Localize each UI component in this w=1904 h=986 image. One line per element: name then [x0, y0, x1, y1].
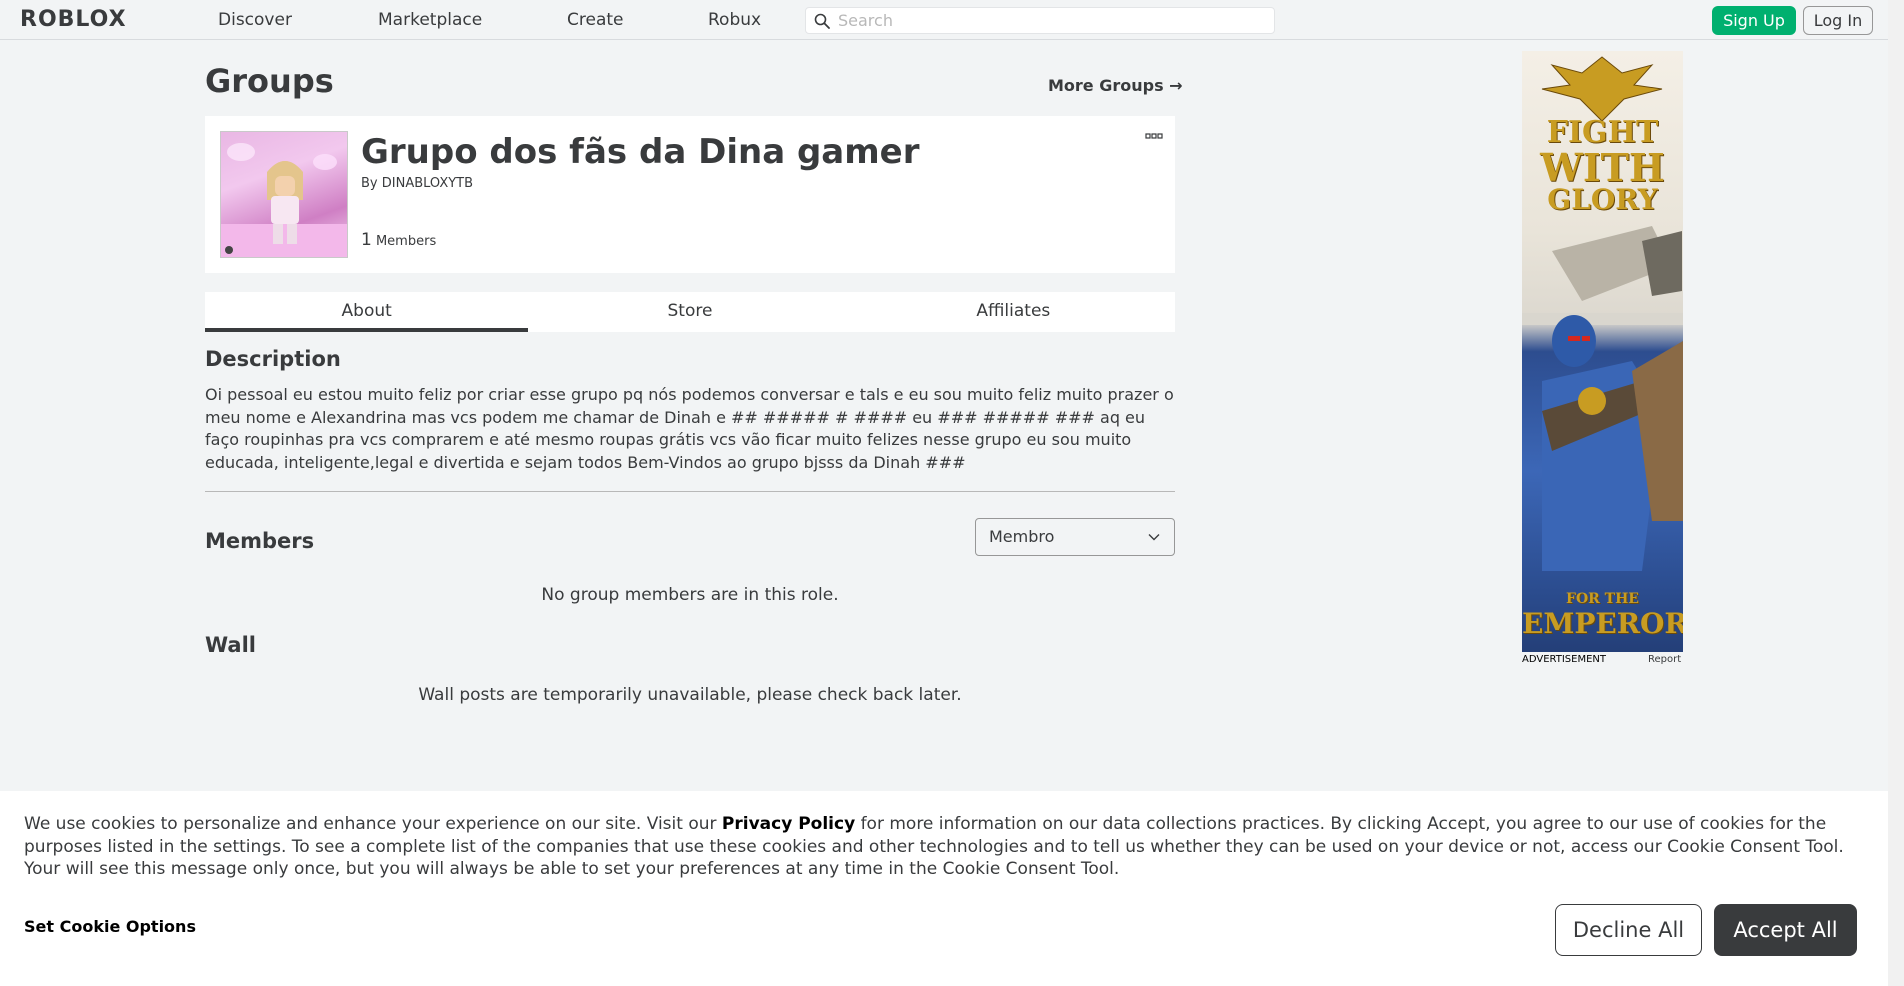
group-member-count: 1 Members [361, 230, 436, 250]
role-dropdown[interactable]: Membro [975, 518, 1175, 556]
avatar [221, 143, 347, 257]
by-label: By [361, 176, 378, 191]
wall-empty-message: Wall posts are temporarily unavailable, … [418, 685, 962, 705]
report-ad-link[interactable]: Report [1648, 654, 1681, 665]
group-owner: By DINABLOXYTB [361, 176, 473, 191]
ad-text-glory: GLORY [1547, 183, 1658, 216]
owner-link[interactable]: DINABLOXYTB [382, 176, 473, 191]
nav-robux[interactable]: Robux [708, 8, 761, 32]
page-title: Groups [205, 62, 334, 100]
sign-up-button[interactable]: Sign Up [1712, 6, 1796, 35]
tab-about[interactable]: About [205, 292, 529, 332]
group-emblem-image [220, 131, 348, 258]
role-dropdown-value: Membro [989, 527, 1055, 546]
section-divider [205, 491, 1175, 492]
chevron-down-icon [1148, 534, 1160, 541]
privacy-policy-link[interactable]: Privacy Policy [722, 814, 855, 834]
page-scrollbar[interactable] [1888, 0, 1904, 986]
ad-text-emperor: EMPEROR [1522, 607, 1683, 640]
ad-text-for-the: FOR THE [1566, 591, 1639, 607]
set-cookie-options-link[interactable]: Set Cookie Options [24, 917, 196, 936]
members-empty-message: No group members are in this role. [541, 585, 839, 605]
search-input[interactable] [838, 8, 1268, 33]
cookie-message: We use cookies to personalize and enhanc… [24, 813, 1854, 881]
cookie-consent-banner: We use cookies to personalize and enhanc… [0, 791, 1888, 986]
accept-all-button[interactable]: Accept All [1714, 904, 1857, 956]
cookie-text-before: We use cookies to personalize and enhanc… [24, 814, 722, 834]
more-groups-link[interactable]: More Groups → [1048, 76, 1183, 95]
search-icon [814, 13, 830, 29]
nav-create[interactable]: Create [567, 8, 624, 32]
roblox-logo[interactable]: ROBLOX [20, 8, 127, 32]
description-heading: Description [205, 347, 341, 371]
wall-heading: Wall [205, 633, 256, 657]
search-box[interactable] [805, 7, 1275, 34]
nav-marketplace[interactable]: Marketplace [378, 8, 482, 32]
nav-discover[interactable]: Discover [218, 8, 292, 32]
member-count-value: 1 [361, 230, 372, 250]
tab-store[interactable]: Store [528, 292, 851, 332]
group-tabs: About Store Affiliates [205, 292, 1175, 332]
members-heading: Members [205, 529, 315, 553]
more-options-icon[interactable] [1145, 132, 1163, 140]
log-in-button[interactable]: Log In [1803, 6, 1873, 35]
top-navigation-bar: ROBLOX Discover Marketplace Create Robux… [0, 0, 1904, 40]
advertisement-banner[interactable]: FIGHT WITH GLORY FOR THE EMPEROR [1522, 51, 1683, 652]
group-header-card: Grupo dos fãs da Dina gamer By DINABLOXY… [205, 116, 1175, 273]
members-label: Members [375, 234, 437, 249]
group-description: Oi pessoal eu estou muito feliz por cria… [205, 385, 1174, 472]
tab-affiliates[interactable]: Affiliates [852, 292, 1175, 332]
advertisement-label: ADVERTISEMENT [1522, 654, 1607, 665]
decline-all-button[interactable]: Decline All [1555, 904, 1702, 956]
group-name: Grupo dos fãs da Dina gamer [361, 132, 920, 172]
